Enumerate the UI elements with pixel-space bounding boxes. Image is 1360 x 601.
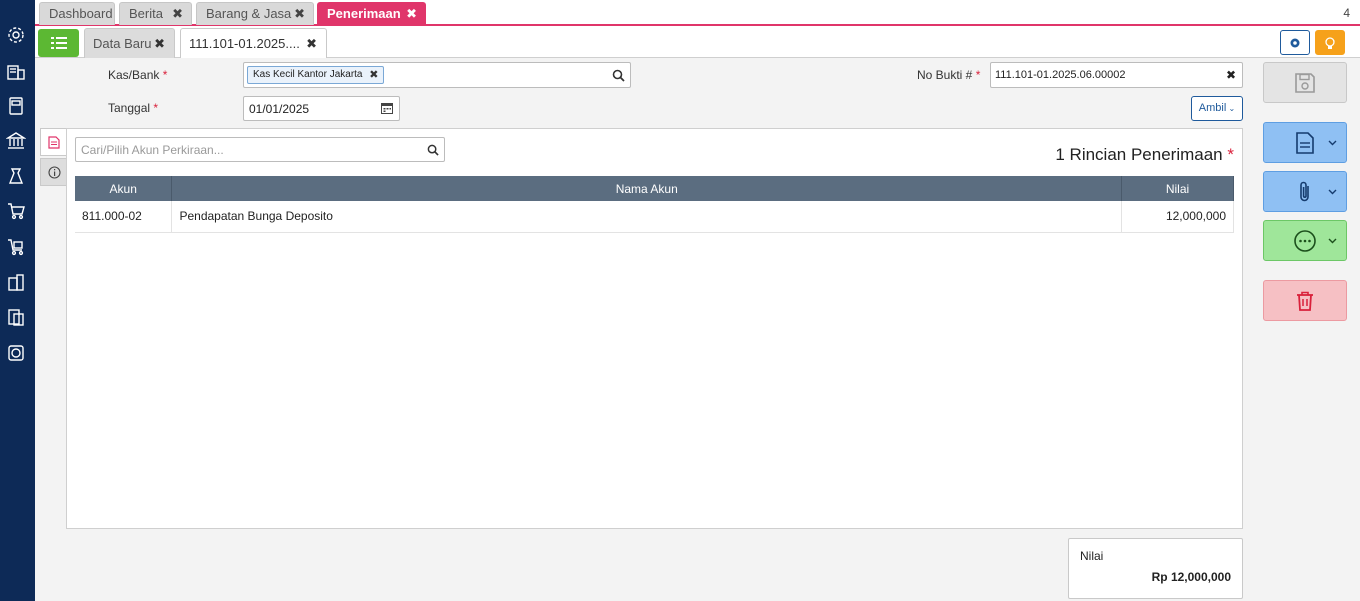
ambil-label: Ambil xyxy=(1198,102,1227,114)
tab-dashboard[interactable]: Dashboard xyxy=(39,2,115,25)
chevron-down-icon xyxy=(1328,140,1337,146)
kas-bank-label: Kas/Bank * xyxy=(108,68,168,82)
account-search[interactable] xyxy=(75,137,445,162)
close-icon[interactable]: ✖ xyxy=(172,3,183,25)
trash-icon xyxy=(1297,291,1313,311)
detail-panel: 1 Rincian Penerimaan * Akun Nama Akun Ni… xyxy=(66,128,1243,529)
inventory-icon[interactable] xyxy=(5,271,27,293)
cart-icon[interactable] xyxy=(5,200,27,222)
column-nama-akun[interactable]: Nama Akun xyxy=(171,176,1122,201)
tab-count[interactable]: 4 xyxy=(1343,6,1350,20)
ledger-icon[interactable] xyxy=(5,95,27,117)
save-button[interactable] xyxy=(1263,62,1347,103)
no-bukti-label: No Bukti # * xyxy=(917,68,981,82)
cell-akun: 811.000-02 xyxy=(75,201,173,233)
tab-data-baru[interactable]: Data Baru ✖ xyxy=(84,28,175,58)
kas-bank-value: Kas Kecil Kantor Jakarta xyxy=(253,69,363,80)
tab-info[interactable] xyxy=(40,158,67,186)
detail-table: Akun Nama Akun Nilai 811.000-02 Pendapat… xyxy=(75,176,1234,233)
tanggal-field[interactable]: 01/01/2025 xyxy=(243,96,400,121)
ambil-button[interactable]: Ambil ⌄ xyxy=(1191,96,1243,121)
table-row[interactable]: 811.000-02 Pendapatan Bunga Deposito 12,… xyxy=(75,201,1234,233)
purchase-cart-icon[interactable] xyxy=(5,236,27,258)
sidebar xyxy=(0,0,35,601)
paperclip-icon xyxy=(1300,181,1309,201)
account-search-input[interactable] xyxy=(76,138,416,161)
kas-bank-field[interactable]: Kas Kecil Kantor Jakarta ✖ xyxy=(243,62,631,88)
info-icon xyxy=(47,165,61,179)
remove-icon[interactable]: ✖ xyxy=(369,67,378,83)
total-label: Nilai xyxy=(1080,549,1104,563)
report-icon[interactable] xyxy=(5,342,27,364)
cash-bag-icon[interactable] xyxy=(5,165,27,187)
document-icon xyxy=(1296,131,1314,154)
chevron-down-icon xyxy=(1328,189,1337,195)
clear-icon[interactable]: ✖ xyxy=(1226,68,1236,82)
gear-icon xyxy=(1290,38,1300,47)
close-icon[interactable]: ✖ xyxy=(294,3,305,25)
more-icon xyxy=(1294,229,1316,252)
total-value: Rp 12,000,000 xyxy=(1151,570,1231,584)
list-icon xyxy=(50,37,67,49)
more-actions-button[interactable] xyxy=(1263,220,1347,261)
tanggal-label: Tanggal * xyxy=(108,101,159,115)
no-bukti-field[interactable]: 111.101-01.2025.06.00002 ✖ xyxy=(990,62,1243,88)
tab-berita-label: Berita xyxy=(129,6,163,21)
tax-icon[interactable] xyxy=(5,306,27,328)
search-icon[interactable] xyxy=(612,69,625,82)
settings-icon[interactable] xyxy=(5,24,27,46)
kas-bank-chip[interactable]: Kas Kecil Kantor Jakarta ✖ xyxy=(247,66,384,84)
close-icon[interactable]: ✖ xyxy=(306,29,317,59)
cell-nilai: 12,000,000 xyxy=(1121,201,1234,233)
column-akun[interactable]: Akun xyxy=(75,176,173,201)
tab-current-document-label: 111.101-01.2025.... xyxy=(189,36,300,51)
close-icon[interactable]: ✖ xyxy=(154,29,165,59)
company-icon[interactable] xyxy=(5,60,27,82)
column-nilai[interactable]: Nilai xyxy=(1121,176,1234,201)
settings-button[interactable] xyxy=(1280,30,1310,55)
document-tab-bar: Data Baru ✖ 111.101-01.2025.... ✖ xyxy=(35,26,1360,58)
save-icon xyxy=(1295,72,1315,93)
chevron-down-icon xyxy=(1328,238,1337,244)
delete-button[interactable] xyxy=(1263,280,1347,321)
tab-barang-jasa-label: Barang & Jasa xyxy=(206,6,292,21)
attachment-button[interactable] xyxy=(1263,171,1347,212)
tab-penerimaan-label: Penerimaan xyxy=(327,6,401,21)
tab-current-document[interactable]: 111.101-01.2025.... ✖ xyxy=(180,28,327,58)
tab-penerimaan[interactable]: Penerimaan ✖ xyxy=(317,2,426,25)
tab-barang-jasa[interactable]: Barang & Jasa ✖ xyxy=(196,2,314,25)
detail-title: 1 Rincian Penerimaan * xyxy=(1055,145,1234,164)
list-button[interactable] xyxy=(38,29,79,57)
print-menu-button[interactable] xyxy=(1263,122,1347,163)
tab-berita[interactable]: Berita ✖ xyxy=(119,2,192,25)
tab-data-baru-label: Data Baru xyxy=(93,36,152,51)
bank-icon[interactable] xyxy=(5,130,27,152)
total-summary: Nilai Rp 12,000,000 xyxy=(1068,538,1243,599)
module-tab-bar: Dashboard Berita ✖ Barang & Jasa ✖ Pener… xyxy=(35,0,1360,26)
tab-dashboard-label: Dashboard xyxy=(49,6,113,21)
search-icon[interactable] xyxy=(427,144,439,156)
no-bukti-value: 111.101-01.2025.06.00002 xyxy=(995,69,1126,81)
chevron-down-icon: ⌄ xyxy=(1226,104,1236,113)
cell-nama-akun: Pendapatan Bunga Deposito xyxy=(171,201,1122,233)
document-icon xyxy=(48,135,60,149)
lightbulb-icon xyxy=(1325,36,1335,49)
tips-button[interactable] xyxy=(1315,30,1345,55)
tanggal-value: 01/01/2025 xyxy=(249,102,310,116)
table-header-row: Akun Nama Akun Nilai xyxy=(75,176,1234,201)
calendar-icon[interactable] xyxy=(381,102,393,114)
close-icon[interactable]: ✖ xyxy=(406,3,417,25)
tab-detail[interactable] xyxy=(40,128,67,156)
